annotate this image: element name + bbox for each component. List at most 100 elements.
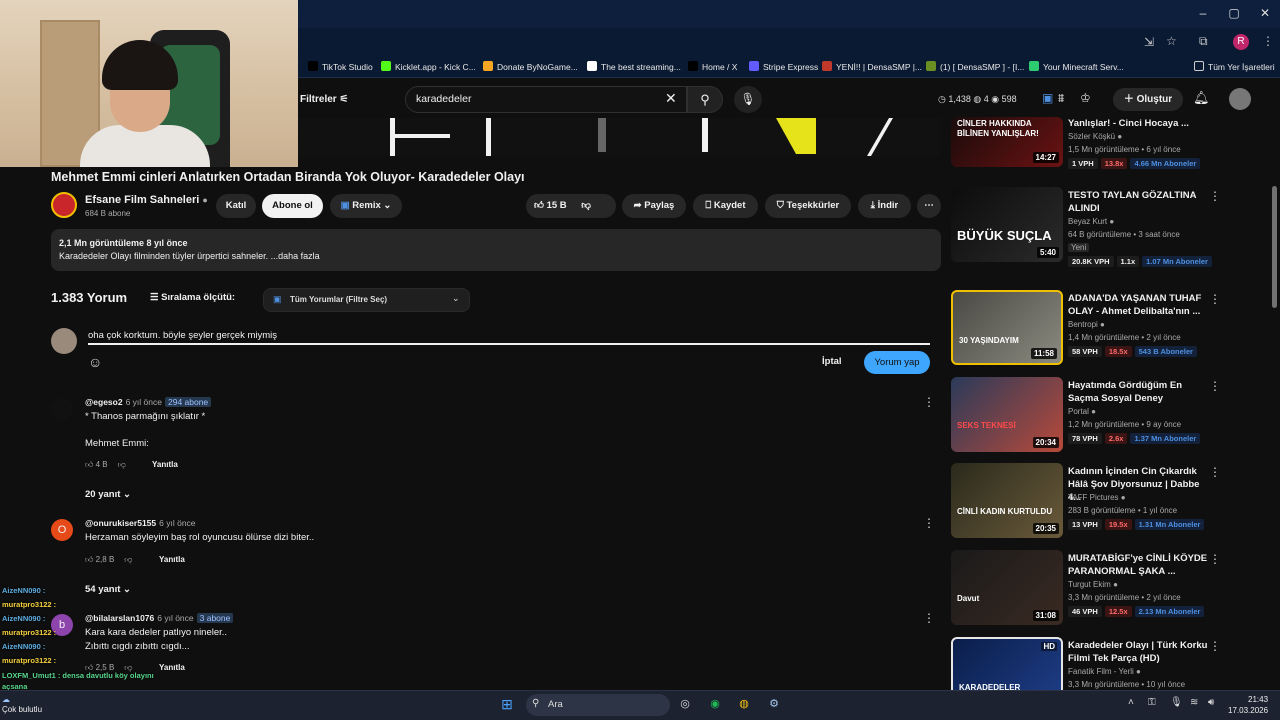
star-icon[interactable]: ☆ [1166, 34, 1177, 48]
sort-button[interactable]: ☰ Sıralama ölçütü: [150, 292, 235, 303]
description-box[interactable] [51, 229, 941, 271]
extension-iq-icon[interactable]: ▣ [1042, 91, 1053, 105]
create-button[interactable]: ＋ Oluştur [1113, 88, 1183, 111]
bookmark-item[interactable]: YENİ!! | DensaSMP |... [822, 61, 922, 72]
bookmark-item[interactable]: (1) [ DensaSMP ] - [I... [926, 61, 1024, 72]
obs-icon[interactable]: ◎ [676, 695, 694, 713]
comment-dislike-button[interactable]: 👎︎ [124, 555, 132, 564]
all-bookmarks[interactable]: Tüm Yer İşaretleri [1194, 61, 1275, 72]
steam-icon[interactable]: ⚙ [765, 695, 783, 713]
video-more-icon[interactable]: ⋮ [1209, 639, 1221, 653]
video-title-link[interactable]: Hayatımda Gördüğüm En Saçma Sosyal Deney [1068, 379, 1208, 405]
view-replies-button[interactable]: 20 yanıt ⌄ [85, 489, 131, 500]
maximize-button[interactable]: ▢ [1220, 6, 1248, 20]
chrome-icon[interactable]: ◍ [735, 695, 753, 713]
video-title-link[interactable]: Karadedeler Olayı | Türk Korku Filmi Tek… [1068, 639, 1208, 665]
video-player[interactable] [298, 118, 940, 156]
channel-avatar[interactable] [51, 192, 77, 218]
video-channel[interactable]: Portal ● [1068, 407, 1096, 416]
video-title-link[interactable]: MURATABİGF'ye CİNLİ KÖYDE PARANORMAL ŞAK… [1068, 552, 1208, 578]
filter-icon[interactable]: ⩩ [1058, 91, 1064, 106]
mic-icon[interactable]: 🎙 [1170, 697, 1183, 708]
bookmark-item[interactable]: Donate ByNoGame... [483, 61, 578, 72]
thanks-button[interactable]: ⛉ Teşekkürler [765, 194, 851, 218]
comment-input[interactable]: oha çok korktum. böyle şeyler gerçek miy… [88, 330, 277, 341]
video-thumbnail[interactable]: BÜYÜK SUÇLA 5:40 [951, 187, 1063, 262]
cancel-button[interactable]: İptal [822, 356, 842, 367]
video-channel[interactable]: Sözler Köşkü ● [1068, 132, 1122, 141]
menu-icon[interactable]: ⋮ [1262, 34, 1274, 48]
comment-avatar[interactable] [51, 398, 73, 420]
network-icon[interactable]: ⚿ [1148, 697, 1156, 708]
bookmark-item[interactable]: The best streaming... [587, 61, 681, 72]
extensions-icon[interactable]: ⧉ [1199, 34, 1208, 49]
comment-author[interactable]: @onurukiser5155 6 yıl önce [85, 518, 196, 528]
channel-name[interactable]: Efsane Film Sahneleri ● [85, 194, 208, 206]
video-thumbnail[interactable]: Davut 31:08 [951, 550, 1063, 625]
start-button[interactable]: ⊞ [498, 695, 516, 713]
comment-like-button[interactable]: 👍︎ 4 B [85, 460, 108, 469]
like-button[interactable]: 👍︎ 15 B [534, 200, 567, 211]
subscribe-button[interactable]: Abone ol [262, 194, 323, 218]
voice-search-button[interactable]: 🎙 [734, 86, 762, 113]
dislike-button[interactable]: 👎︎ [581, 200, 591, 211]
profile-avatar[interactable]: R [1233, 34, 1249, 50]
bookmark-item[interactable]: Your Minecraft Serv... [1029, 61, 1124, 72]
install-icon[interactable]: ⇲ [1144, 35, 1154, 49]
account-avatar[interactable] [1229, 88, 1251, 110]
remix-button[interactable]: ▣ Remix ⌄ [330, 194, 402, 218]
close-button[interactable]: ✕ [1251, 6, 1279, 20]
search-button[interactable]: ⚲ [687, 86, 723, 113]
video-more-icon[interactable]: ⋮ [1209, 189, 1221, 203]
join-button[interactable]: Katıl [216, 194, 256, 218]
bookmark-item[interactable]: Stripe Express [749, 61, 818, 72]
notifications-bell-icon[interactable]: 🔔︎ [1193, 90, 1210, 106]
search-input[interactable]: karadedeler [416, 93, 471, 105]
video-more-icon[interactable]: ⋮ [1209, 465, 1221, 479]
video-more-icon[interactable]: ⋮ [1209, 552, 1221, 566]
bookmark-item[interactable]: Home / X [688, 61, 737, 72]
save-button[interactable]: ⎕ Kaydet [693, 194, 758, 218]
clock[interactable]: 21:43 17.03.2026 [1228, 694, 1268, 716]
video-more-icon[interactable]: ⋮ [1209, 379, 1221, 393]
video-channel[interactable]: Turgut Ekim ● [1068, 580, 1118, 589]
more-actions-button[interactable]: ⋯ [917, 194, 941, 218]
comment-dislike-button[interactable]: 👎︎ [118, 460, 126, 469]
video-channel[interactable]: Fanatik Film - Yerli ● [1068, 667, 1141, 676]
comment-avatar[interactable]: O [51, 519, 73, 541]
share-button[interactable]: ➦ Paylaş [622, 194, 686, 218]
video-title-link[interactable]: TESTO TAYLAN GÖZALTINA ALINDI [1068, 189, 1208, 215]
tray-chevron-icon[interactable]: ˄ [1128, 697, 1134, 708]
minimize-button[interactable]: – [1189, 6, 1217, 20]
comment-more-icon[interactable]: ⋮ [923, 395, 935, 409]
submit-comment-button[interactable]: Yorum yap [864, 351, 930, 374]
download-button[interactable]: ⤓ İndir [858, 194, 911, 218]
video-thumbnail[interactable]: CİNLİ KADIN KURTULDU 20:35 [951, 463, 1063, 538]
scrollbar[interactable] [1272, 186, 1277, 308]
video-channel[interactable]: Beyaz Kurt ● [1068, 217, 1114, 226]
clear-search-icon[interactable]: ✕ [665, 90, 677, 107]
filters-button[interactable]: Filtreler ⚟ [300, 94, 348, 105]
reply-button[interactable]: Yanıtla [152, 460, 178, 469]
trophy-icon[interactable]: ♔ [1080, 91, 1091, 105]
video-more-icon[interactable]: ⋮ [1209, 292, 1221, 306]
emoji-icon[interactable]: ☺ [88, 354, 102, 370]
bookmark-item[interactable]: Kicklet.app - Kick C... [381, 61, 476, 72]
comment-like-button[interactable]: 👍︎ 2,8 B [85, 555, 114, 564]
video-thumbnail[interactable]: CİNLER HAKKINDA BİLİNEN YANLIŞLAR! 14:27 [951, 117, 1063, 167]
reply-button[interactable]: Yanıtla [159, 555, 185, 564]
spotify-icon[interactable]: ◉ [706, 695, 724, 713]
comment-more-icon[interactable]: ⋮ [923, 516, 935, 530]
volume-icon[interactable]: 🔊︎ [1208, 697, 1214, 708]
video-thumbnail[interactable]: 30 YAŞINDAYIM 11:58 [951, 290, 1063, 365]
comment-more-icon[interactable]: ⋮ [923, 611, 935, 625]
comment-author[interactable]: @egeso2 6 yıl önce 294 abone [85, 397, 212, 407]
video-channel[interactable]: TAFF Pictures ● [1068, 493, 1126, 502]
bookmark-item[interactable]: TikTok Studio [308, 61, 373, 72]
weather-widget[interactable]: ☁ Çok bulutlu [2, 695, 42, 715]
video-title-link[interactable]: Yanlışlar! - Cinci Hocaya ... [1068, 117, 1208, 130]
wifi-icon[interactable]: ≋ [1190, 697, 1198, 708]
video-thumbnail[interactable]: SEKS TEKNESİ 20:34 [951, 377, 1063, 452]
video-title-link[interactable]: ADANA'DA YAŞANAN TUHAF OLAY - Ahmet Deli… [1068, 292, 1208, 318]
video-channel[interactable]: Bentropi ● [1068, 320, 1105, 329]
